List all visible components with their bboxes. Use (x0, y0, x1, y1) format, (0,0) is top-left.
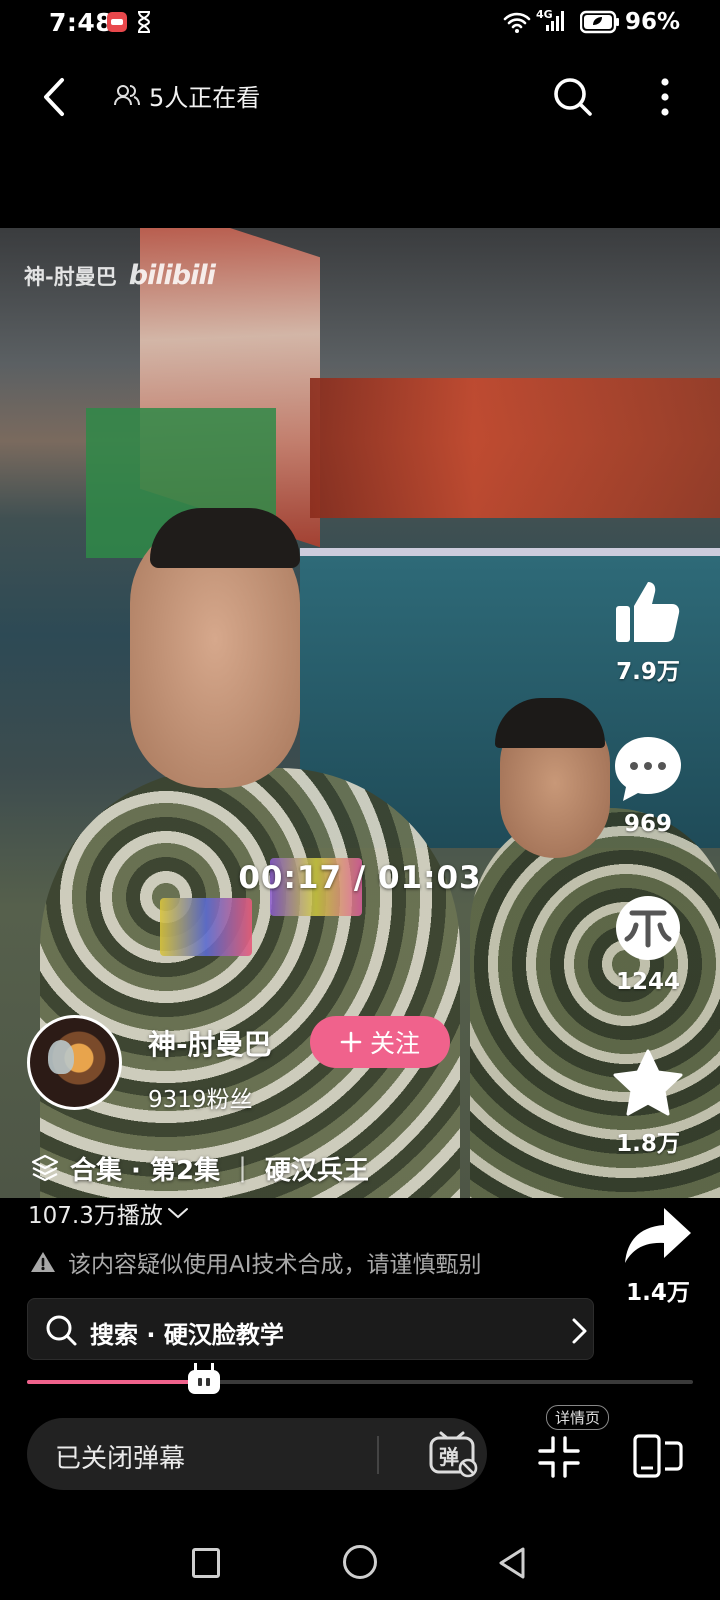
collection-icon (31, 1154, 59, 1182)
shrink-icon[interactable] (538, 1436, 580, 1478)
like-icon (616, 582, 680, 642)
ai-content-notice: 该内容疑似使用AI技术合成，请谨慎甄别 (30, 1245, 482, 1279)
back-icon[interactable] (36, 75, 76, 119)
comment-icon (615, 737, 681, 801)
uploader-name[interactable]: 神-肘曼巴 (148, 1023, 272, 1063)
portrait-icon[interactable] (632, 1433, 684, 1479)
like-button[interactable]: 7.9万 (600, 578, 696, 686)
live-viewers: 5人正在看 (113, 80, 261, 112)
battery-percent: 96% (625, 9, 681, 35)
progress-bar[interactable] (27, 1380, 693, 1384)
favorite-count: 1.8万 (616, 1131, 680, 1157)
related-search-bar[interactable]: 搜索 · 硬汉脸教学 (27, 1298, 594, 1360)
home-icon[interactable] (343, 1545, 377, 1579)
danmaku-divider (377, 1436, 379, 1474)
plus-icon (340, 1031, 362, 1053)
chevron-right-icon (572, 1318, 587, 1344)
play-count[interactable]: 107.3万播放 (28, 1196, 189, 1230)
warning-icon (31, 1252, 55, 1272)
like-count: 7.9万 (616, 659, 680, 685)
chevron-down-icon (167, 1208, 188, 1219)
related-search-text: 搜索 · 硬汉脸教学 (90, 1321, 284, 1349)
video-watermark: 神-肘曼巴 bilibili (24, 260, 216, 291)
follow-label: 关注 (369, 1029, 420, 1058)
progress-thumb[interactable] (188, 1370, 220, 1394)
ai-notice-text: 该内容疑似使用AI技术合成，请谨慎甄别 (68, 1252, 482, 1278)
favorite-button[interactable]: 1.8万 (600, 1048, 696, 1158)
search-icon[interactable] (551, 75, 595, 119)
top-nav: 5人正在看 (0, 60, 720, 130)
more-icon[interactable] (650, 74, 680, 120)
collection-row[interactable]: 合集 · 第2集 | 硬汉兵王 (30, 1150, 369, 1186)
search-icon (46, 1315, 77, 1346)
danmaku-off-icon[interactable]: 弹 (427, 1430, 479, 1478)
progress-fill (27, 1380, 201, 1384)
signal-icon (546, 11, 564, 31)
danmaku-status: 已关闭弹幕 (55, 1444, 186, 1474)
star-icon (613, 1049, 683, 1116)
follow-button[interactable]: 关注 (310, 1016, 450, 1068)
share-button[interactable]: 1.4万 (610, 1205, 706, 1307)
coin-button[interactable]: 1244 (600, 893, 696, 995)
coin-icon (616, 896, 680, 960)
status-bar: 7:48 4G 96% (0, 0, 720, 46)
system-back-icon[interactable] (497, 1546, 527, 1580)
watermark-logo: bilibili (128, 260, 216, 291)
status-time: 7:48 (49, 8, 114, 37)
share-count: 1.4万 (626, 1280, 690, 1306)
playback-time: 00:17 / 01:03 (238, 860, 482, 896)
watermark-name: 神-肘曼巴 (24, 264, 117, 289)
system-nav-bar (0, 1530, 720, 1600)
video-frame-decor (150, 508, 300, 568)
uploader-avatar[interactable] (27, 1015, 122, 1110)
danmaku-glyph: 弹 (439, 1445, 459, 1469)
battery-icon (580, 10, 619, 34)
recents-icon[interactable] (192, 1548, 220, 1578)
share-icon (625, 1208, 691, 1263)
comment-count: 969 (623, 811, 672, 837)
video-frame-decor (310, 378, 720, 518)
collection-title: 硬汉兵王 (264, 1155, 369, 1186)
hourglass-icon (137, 11, 151, 33)
collection-label: 合集 · 第2集 (70, 1155, 221, 1186)
video-frame-decor (40, 768, 460, 1198)
collection-divider: | (238, 1153, 247, 1183)
danmaku-input[interactable]: 已关闭弹幕 弹 (27, 1418, 487, 1490)
notification-app-icon (107, 12, 127, 32)
viewers-count-text: 5人正在看 (149, 83, 261, 112)
wifi-icon (503, 12, 531, 33)
detail-page-label[interactable]: 详情页 (546, 1405, 610, 1430)
comment-button[interactable]: 969 (600, 735, 696, 837)
coin-count: 1244 (615, 969, 680, 995)
viewers-icon (114, 85, 140, 106)
fans-count: 9319粉丝 (148, 1087, 253, 1113)
video-frame-decor (160, 898, 252, 956)
play-count-text: 107.3万播放 (28, 1203, 163, 1229)
